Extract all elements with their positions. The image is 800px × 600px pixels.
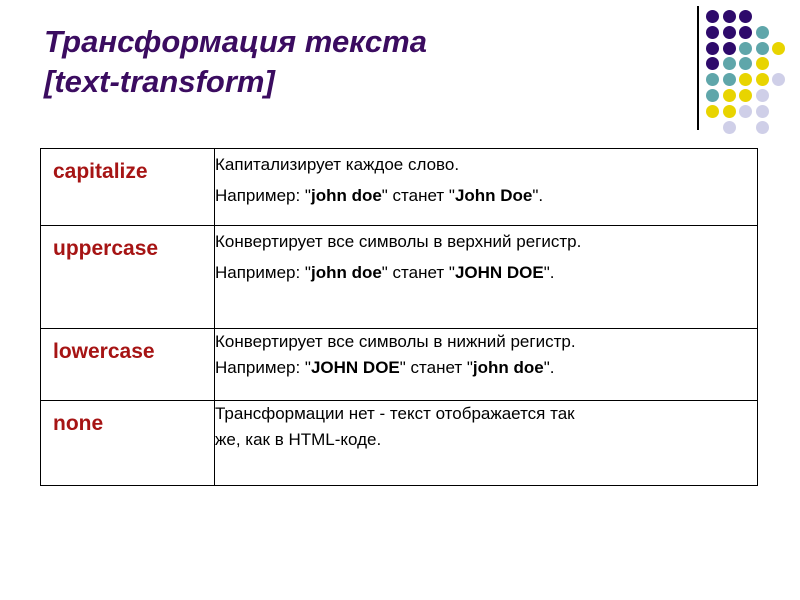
table-cell-description: Конвертирует все символы в верхний регис… [214,225,758,329]
decorative-dot [706,10,719,23]
description-line-1: Капитализирует каждое слово. [215,155,460,174]
decorative-dot [722,73,736,87]
page-title: Трансформация текста [text-transform] [44,24,427,99]
decorative-dot [755,73,769,87]
description-line-2: Например: "john doe" станет "John Doe". [215,186,544,205]
table-row: lowercase Конвертирует все символы в ниж… [40,328,758,401]
description-line-1: Конвертирует все символы в нижний регист… [215,332,576,351]
vertical-rule [697,6,699,130]
table-row: capitalize Капитализирует каждое слово. … [40,148,758,226]
table-row: uppercase Конвертирует все символы в вер… [40,225,758,329]
decorative-dot [755,89,769,102]
decorative-dot [722,10,736,23]
decorative-dot [722,104,736,118]
description-line-1: Конвертирует все символы в верхний регис… [215,232,582,251]
decorative-dot [706,73,719,87]
decorative-dot [722,57,736,71]
decorative-dot [739,104,752,118]
decorative-dot [722,25,736,39]
decorative-dot [722,89,736,102]
table-cell-description: Конвертирует все символы в нижний регист… [214,328,758,401]
decorative-dot [739,10,752,23]
decorative-dot-grid [694,0,800,140]
table-cell-property: lowercase [40,328,215,401]
decorative-dot [739,41,752,55]
decorative-dot [772,73,785,87]
table-cell-property: capitalize [40,148,215,226]
decorative-dot [739,57,752,71]
decorative-dot [755,41,769,55]
decorative-dot [739,73,752,87]
decorative-dot [772,41,785,55]
property-name-capitalize: capitalize [53,160,148,183]
table-cell-property: none [40,400,215,486]
decorative-dot [755,104,769,118]
text-transform-table: capitalize Капитализирует каждое слово. … [40,148,758,486]
table-cell-property: uppercase [40,225,215,329]
table-body: capitalize Капитализирует каждое слово. … [40,148,758,486]
description-line-2: Например: "JOHN DOE" станет "john doe". [215,358,555,377]
decorative-dot [722,120,736,134]
property-name-none: none [53,412,104,435]
property-name-lowercase: lowercase [53,340,155,363]
description-line-2: же, как в HTML-коде. [215,430,382,449]
table-row: none Трансформации нет - текст отображае… [40,400,758,486]
description-line-1: Трансформации нет - текст отображается т… [215,404,575,423]
property-name-uppercase: uppercase [53,237,159,260]
decorative-dot [706,41,719,55]
dot-grid-dots [706,10,798,138]
decorative-dot [706,25,719,39]
table-cell-description: Капитализирует каждое слово. Например: "… [214,148,758,226]
table-cell-description: Трансформации нет - текст отображается т… [214,400,758,486]
decorative-dot [755,57,769,71]
decorative-dot [706,57,719,71]
decorative-dot [722,41,736,55]
decorative-dot [755,25,769,39]
decorative-dot [739,89,752,102]
decorative-dot [755,120,769,134]
decorative-dot [706,104,719,118]
decorative-dot [706,89,719,102]
description-line-2: Например: "john doe" станет "JOHN DOE". [215,263,555,282]
decorative-dot [739,25,752,39]
